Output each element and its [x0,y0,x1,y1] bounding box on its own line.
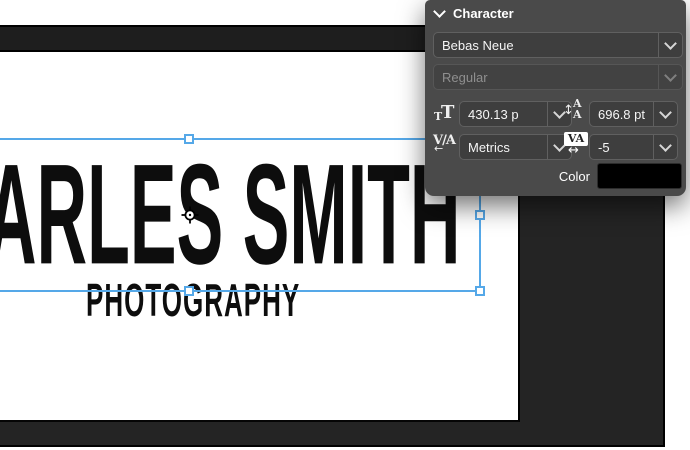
chevron-down-icon [659,106,672,119]
font-size-value: 430.13 p [460,107,547,122]
chevron-down-icon [659,139,672,152]
leading-icon: ↕ A A [565,99,587,125]
font-style-value: Regular [434,70,658,85]
collapse-chevron-down-icon [433,5,446,18]
app-window: ARLES SMITH PHOTOGRAPHY Character Bebas … [0,0,665,447]
font-size-select[interactable]: 430.13 p [459,101,572,127]
tracking-value: -5 [590,140,653,155]
tracking-icon: VA ↔ [564,132,590,160]
transform-center-point-icon[interactable] [180,205,200,225]
headline-text[interactable]: ARLES SMITH [0,143,460,286]
character-panel: Character Bebas Neue Regular T T 430.13 … [425,0,686,196]
panel-title: Character [453,6,514,21]
font-size-icon: T T [434,104,458,124]
leading-value: 696.8 pt [590,107,653,122]
character-panel-header[interactable]: Character [435,6,514,21]
subline-text[interactable]: PHOTOGRAPHY [86,277,300,323]
kerning-icon: V/A ← [433,133,459,159]
chevron-down-icon [664,69,677,82]
font-family-value: Bebas Neue [434,38,658,53]
kerning-select[interactable]: Metrics [459,134,572,160]
selection-edge-top[interactable] [0,138,482,140]
selection-edge-bottom[interactable] [0,290,482,292]
leading-select[interactable]: 696.8 pt [589,101,678,127]
tracking-select[interactable]: -5 [589,134,678,160]
chevron-down-icon [664,37,677,50]
kerning-value: Metrics [460,140,547,155]
color-swatch[interactable] [597,163,682,189]
selection-handle-top-center[interactable] [184,134,194,144]
selection-handle-bottom-center[interactable] [184,286,194,296]
selection-handle-right-middle[interactable] [475,210,485,220]
selection-handle-bottom-right[interactable] [475,286,485,296]
color-label: Color [559,169,590,184]
font-family-select[interactable]: Bebas Neue [433,32,683,58]
font-style-select[interactable]: Regular [433,64,683,90]
